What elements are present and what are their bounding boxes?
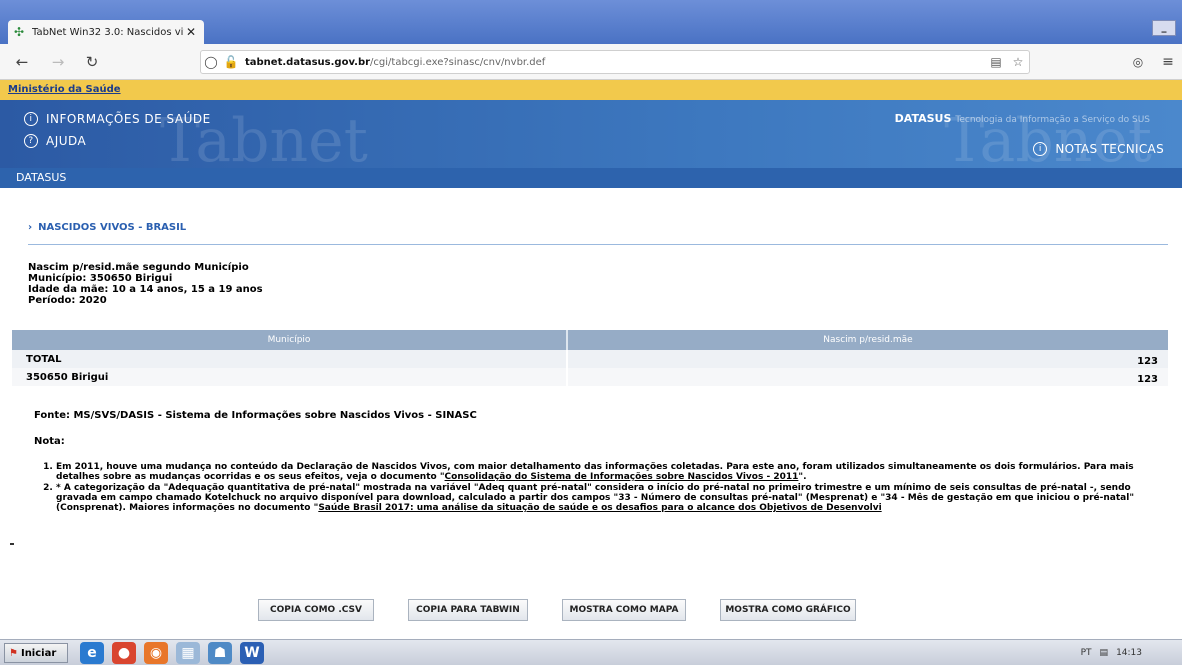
copy-csv-button[interactable]: COPIA COMO .CSV (258, 599, 374, 621)
insecure-lock-icon[interactable]: 🔓 (221, 55, 241, 69)
cell-municipio: TOTAL (12, 350, 568, 368)
reader-view-icon[interactable]: ▤ (985, 55, 1007, 69)
shield-icon[interactable]: ◯ (201, 55, 221, 69)
datasus-label: DATASUS (894, 112, 952, 125)
note1-end: ". (798, 472, 807, 482)
note1-link[interactable]: Consolidação do Sistema de Informações s… (445, 472, 799, 482)
fonte-text: Fonte: MS/SVS/DASIS - Sistema de Informa… (34, 410, 477, 421)
divider-mark (10, 543, 14, 545)
tabnet-favicon-icon: ✣ (14, 25, 25, 39)
info-circle-icon: i (24, 112, 38, 126)
word-icon[interactable]: W (240, 642, 264, 664)
info-line: Município: 350650 Birigui (28, 273, 173, 284)
notas-tecnicas-link[interactable]: i NOTAS TECNICAS (1033, 142, 1164, 156)
help-circle-icon: ? (24, 134, 38, 148)
url-host: tabnet.datasus.gov.br (245, 56, 371, 68)
action-buttons: COPIA COMO .CSV COPIA PARA TABWIN MOSTRA… (258, 599, 890, 621)
breadcrumb-datasus[interactable]: DATASUS (0, 168, 1182, 188)
window-minimize-button[interactable]: _ (1152, 20, 1176, 36)
header-nascim: Nascim p/resid.mãe (823, 335, 913, 345)
taskbar: ⚑ Iniciar e ● ◉ ▦ ☗ W PT ▤ 14:13 (0, 639, 1182, 665)
info-circle-icon: i (1033, 142, 1048, 156)
start-label: Iniciar (20, 647, 57, 659)
nav-informacoes-saude[interactable]: i INFORMAÇÕES DE SAÚDE (24, 112, 211, 126)
reload-icon[interactable]: ↻ (82, 52, 102, 72)
info-line: Idade da mãe: 10 a 14 anos, 15 a 19 anos (28, 284, 263, 295)
clock[interactable]: 14:13 (1116, 648, 1142, 658)
cell-municipio: 350650 Birigui (12, 368, 568, 386)
explorer-icon[interactable]: ▦ (176, 642, 200, 664)
nav-ajuda[interactable]: ? AJUDA (24, 134, 86, 148)
note-item: Em 2011, houve uma mudança no conteúdo d… (56, 462, 1156, 482)
firefox-icon[interactable]: ◉ (144, 642, 168, 664)
datasus-tagline: Tecnologia da Informação a Serviço do SU… (955, 115, 1150, 125)
url-text[interactable]: tabnet.datasus.gov.br/cgi/tabcgi.exe?sin… (241, 57, 985, 68)
datasus-branding[interactable]: DATASUS Tecnologia da Informação a Serviç… (895, 112, 1150, 125)
users-icon[interactable]: ☗ (208, 642, 232, 664)
tab-title: TabNet Win32 3.0: Nascidos vivos (32, 26, 184, 38)
site-header: Tabnet Tabnet i INFORMAÇÕES DE SAÚDE ? A… (0, 100, 1182, 176)
system-tray: PT ▤ 14:13 (1042, 643, 1142, 663)
nota-label: Nota: (34, 436, 65, 447)
show-map-button[interactable]: MOSTRA COMO MAPA (562, 599, 686, 621)
section-title-text: NASCIDOS VIVOS - BRASIL (38, 222, 187, 233)
notas-tecnicas-label: NOTAS TECNICAS (1055, 142, 1164, 156)
results-table: Município Nascim p/resid.mãe TOTAL 123 3… (12, 330, 1168, 386)
cell-value: 123 (1137, 356, 1158, 367)
address-bar[interactable]: ◯ 🔓 tabnet.datasus.gov.br/cgi/tabcgi.exe… (200, 50, 1030, 74)
menu-hamburger-icon[interactable]: ≡ (1158, 52, 1178, 72)
note2-link[interactable]: Saúde Brasil 2017: uma análise da situaç… (318, 503, 881, 513)
header-municipio: Município (12, 330, 568, 350)
back-arrow-icon[interactable]: ← (12, 52, 32, 72)
chrome-icon[interactable]: ● (112, 642, 136, 664)
network-icon[interactable]: ▤ (1100, 648, 1109, 658)
browser-tab-bar: ✣ TabNet Win32 3.0: Nascidos vivos ✕ _ (0, 0, 1182, 44)
browser-tab[interactable]: ✣ TabNet Win32 3.0: Nascidos vivos ✕ (8, 20, 204, 44)
show-chart-button[interactable]: MOSTRA COMO GRÁFICO (720, 599, 856, 621)
close-tab-icon[interactable]: ✕ (184, 25, 198, 39)
chevron-right-icon: › (28, 222, 33, 233)
url-path: /cgi/tabcgi.exe?sinasc/cnv/nvbr.def (370, 56, 546, 68)
notes-list: Em 2011, houve uma mudança no conteúdo d… (56, 462, 1156, 514)
forward-arrow-icon[interactable]: → (48, 52, 68, 72)
note-item: * A categorização da "Adequação quantita… (56, 483, 1156, 513)
info-line: Período: 2020 (28, 295, 107, 306)
windows-flag-icon: ⚑ (9, 647, 18, 659)
bookmark-star-icon[interactable]: ☆ (1007, 55, 1029, 69)
section-title: › NASCIDOS VIVOS - BRASIL (28, 222, 186, 233)
table-row: TOTAL 123 (12, 350, 1168, 368)
section-divider (28, 244, 1168, 245)
start-button[interactable]: ⚑ Iniciar (4, 643, 68, 663)
nav-ajuda-label: AJUDA (46, 134, 87, 148)
query-info: Nascim p/resid.mãe segundo Município Mun… (28, 262, 263, 306)
table-header: Município Nascim p/resid.mãe (12, 330, 1168, 350)
ie-icon[interactable]: e (80, 642, 104, 664)
language-indicator[interactable]: PT (1081, 648, 1092, 658)
table-row: 350650 Birigui 123 (12, 368, 1168, 386)
browser-nav-bar: ← → ↻ ◯ 🔓 tabnet.datasus.gov.br/cgi/tabc… (0, 44, 1182, 80)
copy-tabwin-button[interactable]: COPIA PARA TABWIN (408, 599, 528, 621)
nav-informacoes-label: INFORMAÇÕES DE SAÚDE (46, 112, 211, 126)
ministerio-link[interactable]: Ministério da Saúde (0, 80, 1182, 100)
info-line: Nascim p/resid.mãe segundo Município (28, 262, 249, 273)
pocket-icon[interactable]: ◎ (1128, 52, 1148, 72)
cell-value: 123 (1137, 374, 1158, 385)
